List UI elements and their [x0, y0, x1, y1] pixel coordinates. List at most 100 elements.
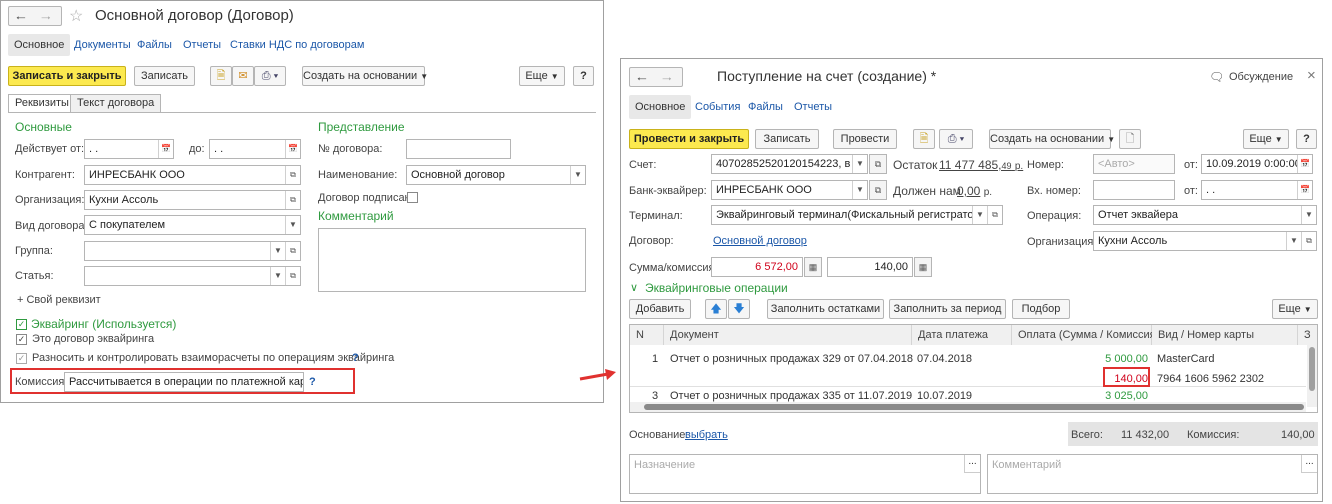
more-button[interactable]: Еще ▼	[1243, 129, 1289, 149]
print-icon[interactable]: ⎙ ▾	[254, 66, 286, 86]
tab-files[interactable]: Файлы	[748, 101, 783, 113]
chevron-down-icon[interactable]: ▼	[270, 242, 285, 260]
attach-file-icon[interactable]: 🗎	[210, 66, 232, 86]
move-down-icon[interactable]: 🡇	[728, 299, 750, 319]
org-field[interactable]: Кухни Ассоль ▼ ⧉	[1093, 231, 1317, 251]
forward-arrow-icon[interactable]: 🠂	[41, 9, 51, 30]
number-field[interactable]	[406, 139, 511, 159]
acquiring-toggle[interactable]: ✓	[16, 319, 27, 330]
comment-textarea[interactable]: Комментарий ...	[987, 454, 1318, 494]
print-icon[interactable]: ⎙ ▾	[939, 129, 973, 149]
form-tab-requisites[interactable]: Реквизиты	[8, 94, 76, 113]
commission-help-icon[interactable]: ?	[309, 376, 316, 388]
chevron-down-icon[interactable]: ▼	[1286, 232, 1301, 250]
date-field[interactable]: 10.09.2019 0:00:00 📅	[1201, 154, 1313, 174]
vertical-scrollbar[interactable]	[1307, 345, 1317, 407]
col-header-extra[interactable]: З	[1298, 325, 1317, 345]
comment-expand-button[interactable]: ...	[1301, 455, 1317, 473]
commission-field[interactable]: Рассчитывается в операции по платежной к…	[64, 372, 304, 392]
in-date-field[interactable]: . . 📅	[1201, 180, 1313, 200]
add-row-button[interactable]: Добавить	[629, 299, 691, 319]
group-field[interactable]: ▼ ⧉	[84, 241, 301, 261]
form-tab-contract-text[interactable]: Текст договора	[70, 94, 162, 112]
col-header-date[interactable]: Дата платежа	[912, 325, 1012, 345]
open-icon[interactable]: ⧉	[285, 242, 300, 260]
chevron-down-icon[interactable]: ▼	[270, 267, 285, 285]
col-header-payment[interactable]: Оплата (Сумма / Комиссия)	[1012, 325, 1159, 345]
collapse-chevron-icon[interactable]: ∨	[630, 281, 638, 294]
chevron-down-icon[interactable]: ▼	[285, 216, 300, 234]
create-based-button[interactable]: Создать на основании ▼	[302, 66, 428, 86]
tab-reports[interactable]: Отчеты	[794, 101, 832, 113]
basis-link[interactable]: выбрать	[685, 429, 728, 441]
more-button[interactable]: Еще ▼	[519, 66, 565, 86]
close-icon[interactable]: ×	[1307, 67, 1316, 84]
terminal-field[interactable]: Эквайринговый терминал(Фискальный регист…	[711, 205, 1003, 225]
horizontal-scrollbar[interactable]	[630, 402, 1306, 412]
signed-checkbox[interactable]	[407, 192, 418, 203]
open-icon[interactable]: ⧉	[869, 154, 887, 174]
contract-link[interactable]: Основной договор	[713, 235, 807, 247]
calendar-icon[interactable]: 📅	[1297, 181, 1312, 199]
col-header-document[interactable]: Документ	[664, 325, 912, 345]
tab-events[interactable]: События	[695, 101, 740, 113]
open-icon[interactable]: ⧉	[987, 206, 1002, 224]
counterparty-field[interactable]: ИНРЕСБАНК ООО ⧉	[84, 165, 301, 185]
contract-type-field[interactable]: С покупателем ▼	[84, 215, 301, 235]
chevron-down-icon[interactable]: ▼	[852, 155, 867, 173]
mail-icon[interactable]: ✉	[232, 66, 254, 86]
table-row[interactable]: 1 Отчет о розничных продажах 329 от 07.0…	[630, 345, 1306, 387]
favorite-star-icon[interactable]: ☆	[69, 6, 83, 26]
distribute-checkbox[interactable]: ✓	[16, 353, 27, 364]
ops-more-button[interactable]: Еще ▼	[1272, 299, 1318, 319]
calculator-icon[interactable]: ▦	[804, 257, 822, 277]
calculator-icon[interactable]: ▦	[914, 257, 932, 277]
tab-vat-rates[interactable]: Ставки НДС по договорам	[230, 39, 364, 51]
account-field[interactable]: 40702852520120154223, в 044 ▼	[711, 154, 868, 174]
open-icon[interactable]: ⧉	[1301, 232, 1316, 250]
add-attribute-link[interactable]: + Свой реквизит	[17, 294, 101, 306]
post-button[interactable]: Провести	[833, 129, 897, 149]
horizontal-scroll-thumb[interactable]	[644, 404, 1304, 410]
discussion-icon[interactable]: 🗨	[1209, 70, 1224, 84]
tab-documents[interactable]: Документы	[74, 39, 131, 51]
operation-field[interactable]: Отчет эквайера ▼	[1093, 205, 1317, 225]
fill-period-button[interactable]: Заполнить за период	[889, 299, 1006, 319]
move-up-icon[interactable]: 🡅	[705, 299, 727, 319]
help-button[interactable]: ?	[1296, 129, 1317, 149]
discussion-button[interactable]: Обсуждение	[1229, 71, 1293, 83]
distribute-help-icon[interactable]: ?	[352, 352, 359, 364]
post-close-button[interactable]: Провести и закрыть	[629, 129, 749, 149]
item-field[interactable]: ▼ ⧉	[84, 266, 301, 286]
help-button[interactable]: ?	[573, 66, 594, 86]
purpose-expand-button[interactable]: ...	[964, 455, 980, 473]
tab-files[interactable]: Файлы	[137, 39, 172, 51]
open-icon[interactable]: ⧉	[869, 180, 887, 200]
save-close-button[interactable]: Записать и закрыть	[8, 66, 126, 86]
chevron-down-icon[interactable]: ▼	[570, 166, 585, 184]
number-field[interactable]: <Авто>	[1093, 154, 1175, 174]
sum-field[interactable]: 6 572,00	[711, 257, 803, 277]
vertical-scroll-thumb[interactable]	[1309, 347, 1315, 391]
attach-file-icon[interactable]: 🗎	[913, 129, 935, 149]
tab-main[interactable]: Основное	[8, 34, 71, 56]
to-field[interactable]: . . 📅	[209, 139, 301, 159]
create-based-button[interactable]: Создать на основании ▼	[989, 129, 1115, 149]
chevron-down-icon[interactable]: ▼	[972, 206, 987, 224]
open-icon[interactable]: ⧉	[285, 166, 300, 184]
in-number-field[interactable]	[1093, 180, 1175, 200]
purpose-textarea[interactable]: Назначение ...	[629, 454, 981, 494]
calendar-icon[interactable]: 📅	[285, 140, 300, 158]
calendar-icon[interactable]: 📅	[1297, 155, 1312, 173]
is-acquiring-checkbox[interactable]: ✓	[16, 334, 27, 345]
tab-main[interactable]: Основное	[629, 95, 692, 119]
col-header-card[interactable]: Вид / Номер карты	[1152, 325, 1298, 345]
document-icon[interactable]: 🗋	[1119, 129, 1141, 149]
save-button[interactable]: Записать	[755, 129, 819, 149]
chevron-down-icon[interactable]: ▼	[1301, 206, 1316, 224]
tab-reports[interactable]: Отчеты	[183, 39, 221, 51]
valid-from-field[interactable]: . . 📅	[84, 139, 174, 159]
comment-textarea[interactable]	[318, 228, 586, 292]
open-icon[interactable]: ⧉	[285, 267, 300, 285]
col-header-n[interactable]: N	[630, 325, 664, 345]
